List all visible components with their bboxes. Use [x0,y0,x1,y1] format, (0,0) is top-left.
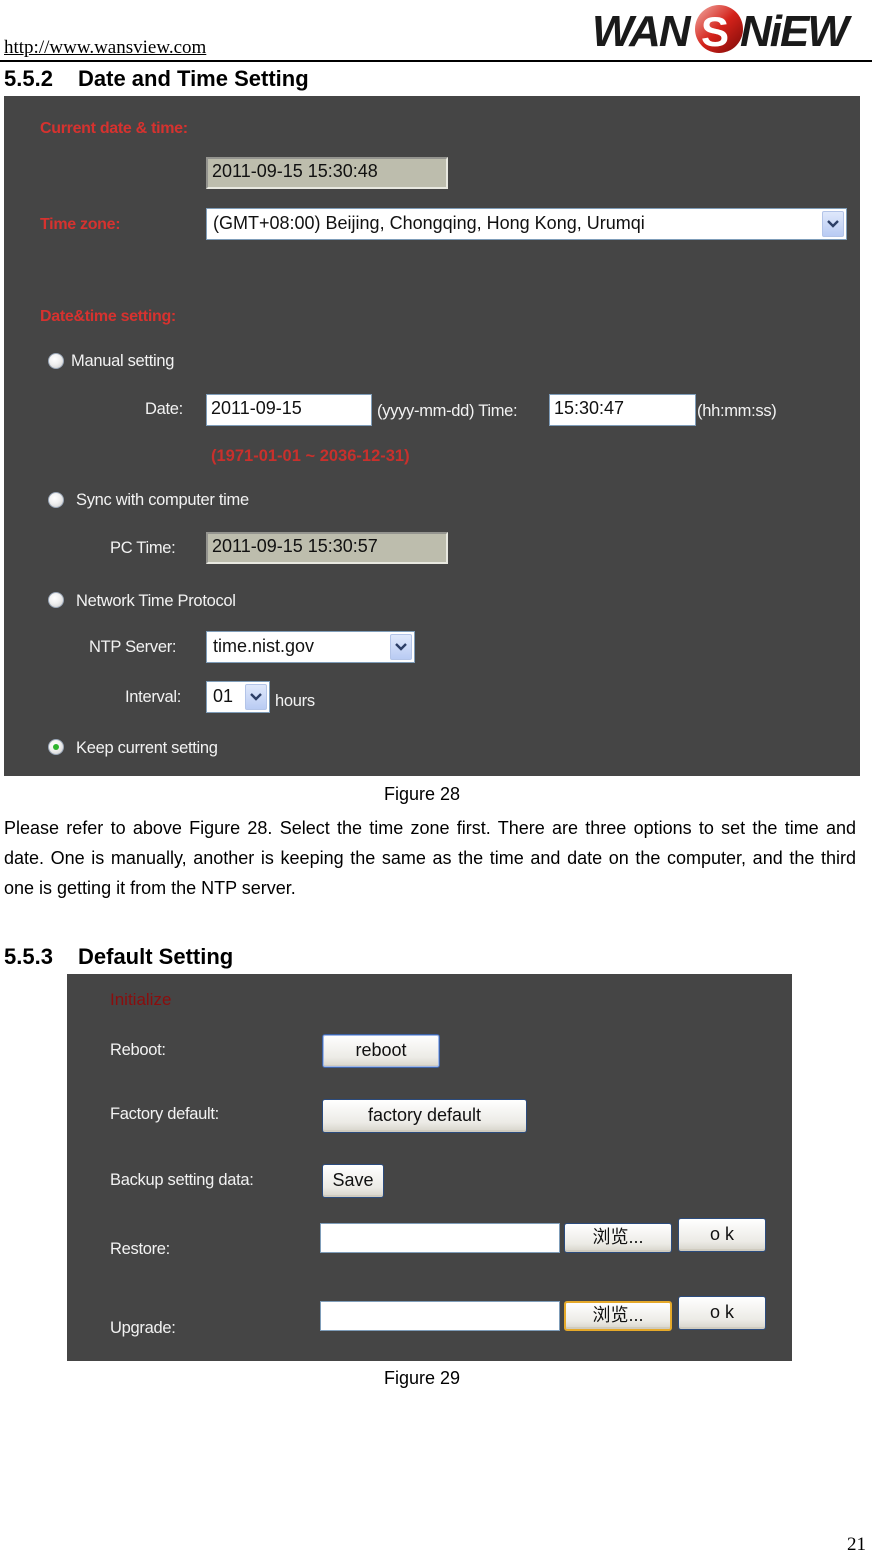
keep-current-setting-label: Keep current setting [76,739,218,757]
pc-time-label: PC Time: [110,539,176,557]
chevron-down-icon[interactable] [390,634,412,660]
keep-current-setting-radio[interactable] [48,739,64,755]
interval-value: 01 [213,686,234,706]
interval-select[interactable]: 01 [206,681,270,713]
current-date-time-label: Current date & time: [40,120,188,137]
manual-setting-label: Manual setting [71,352,175,370]
ntp-radio[interactable] [48,592,64,608]
ntp-server-label: NTP Server: [89,638,177,656]
reboot-label: Reboot: [110,1041,166,1059]
pc-time-field: 2011-09-15 15:30:57 [206,532,448,564]
date-time-settings-panel: Current date & time: 2011-09-15 15:30:48… [4,96,860,776]
chevron-down-icon[interactable] [822,211,844,237]
factory-default-button[interactable]: factory default [322,1099,527,1133]
wansview-logo-icon: WAN S NiEW [588,2,870,56]
upgrade-label: Upgrade: [110,1319,176,1337]
sync-computer-time-radio[interactable] [48,492,64,508]
restore-label: Restore: [110,1240,170,1258]
default-settings-panel: Initialize Reboot: reboot Factory defaul… [67,974,792,1361]
backup-setting-label: Backup setting data: [110,1171,254,1189]
page-number: 21 [847,1534,866,1553]
time-zone-value: (GMT+08:00) Beijing, Chongqing, Hong Kon… [213,213,645,233]
time-input[interactable]: 15:30:47 [549,394,696,426]
reboot-button[interactable]: reboot [322,1034,440,1068]
section-title: Default Setting [78,944,234,969]
svg-text:NiEW: NiEW [740,7,852,56]
date-input[interactable]: 2011-09-15 [206,394,372,426]
ntp-label: Network Time Protocol [76,592,236,610]
upgrade-file-input[interactable] [320,1301,560,1331]
interval-unit: hours [275,692,315,710]
section-heading-553: 5.5.3 Default Setting [4,944,233,970]
time-zone-select[interactable]: (GMT+08:00) Beijing, Chongqing, Hong Kon… [206,208,847,240]
restore-ok-button[interactable]: o k [678,1218,766,1252]
svg-text:S: S [701,8,729,55]
current-date-time-field: 2011-09-15 15:30:48 [206,157,448,189]
sync-computer-time-label: Sync with computer time [76,491,249,509]
ntp-server-value: time.nist.gov [213,636,315,656]
factory-default-label: Factory default: [110,1105,219,1123]
section-number: 5.5.3 [4,944,53,969]
date-range-hint: (1971-01-01 ~ 2036-12-31) [211,447,410,465]
interval-label: Interval: [125,688,181,706]
upgrade-ok-button[interactable]: o k [678,1296,766,1330]
date-label: Date: [145,400,183,418]
ntp-server-select[interactable]: time.nist.gov [206,631,415,663]
section-title: Date and Time Setting [78,66,309,91]
manual-setting-radio[interactable] [48,353,64,369]
upgrade-browse-button[interactable]: 浏览... [564,1301,672,1331]
time-zone-label: Time zone: [40,216,121,233]
date-format-hint: (yyyy-mm-dd) Time: [377,402,518,420]
description-paragraph: Please refer to above Figure 28. Select … [4,818,856,898]
date-time-setting-label: Date&time setting: [40,308,176,325]
header-divider [0,60,872,62]
time-format-hint: (hh:mm:ss) [697,402,777,420]
initialize-heading: Initialize [110,990,172,1009]
restore-file-input[interactable] [320,1223,560,1253]
section-heading-552: 5.5.2 Date and Time Setting [4,66,309,92]
figure-29-caption: Figure 29 [384,1368,461,1388]
save-button[interactable]: Save [322,1164,384,1198]
header-url[interactable]: http://www.wansview.com [4,37,206,59]
figure-28-caption: Figure 28 [384,784,461,804]
chevron-down-icon[interactable] [245,684,267,710]
svg-text:WAN: WAN [592,7,692,56]
restore-browse-button[interactable]: 浏览... [564,1223,672,1253]
section-number: 5.5.2 [4,66,53,91]
